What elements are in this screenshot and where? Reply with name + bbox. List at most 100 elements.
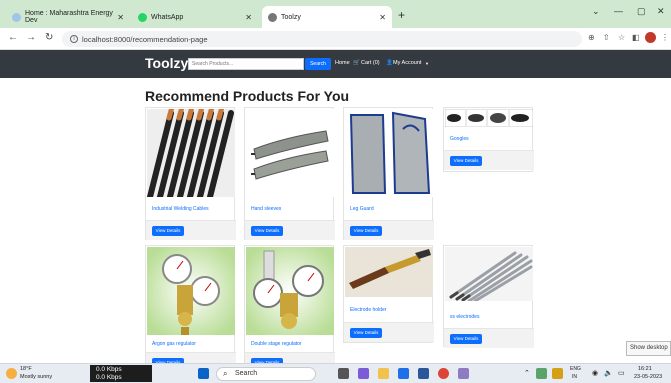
taskbar-search-label: Search	[235, 370, 258, 377]
teams-icon[interactable]	[358, 368, 369, 379]
product-image-ss-electrodes[interactable]	[445, 247, 533, 301]
chevron-down-icon[interactable]: ⌄	[592, 6, 600, 17]
store-icon[interactable]	[418, 368, 429, 379]
product-title[interactable]: Argon gas regulator	[152, 341, 196, 347]
nav-cart-link[interactable]: Cart (0)	[361, 60, 380, 66]
card-footer: View Details	[344, 220, 434, 240]
view-details-button[interactable]: View Details	[450, 156, 482, 166]
windows-start-icon[interactable]	[198, 368, 209, 379]
network-speed-widget[interactable]: 0.0 Kbps 0.0 Kbps	[90, 365, 152, 382]
whatsapp-icon	[138, 12, 147, 22]
view-details-button[interactable]: View Details	[251, 226, 283, 236]
product-title[interactable]: Double stage regulator	[251, 341, 302, 347]
language-bottom[interactable]: IN	[572, 374, 577, 380]
zoom-icon[interactable]: ⊕	[588, 33, 595, 42]
product-image-googles[interactable]	[445, 109, 533, 127]
restore-icon[interactable]: ▢	[637, 6, 646, 17]
tab-whatsapp[interactable]: WhatsApp ✕	[132, 6, 258, 28]
nav-home-link[interactable]: Home	[335, 60, 350, 66]
product-image-leg-guard[interactable]	[345, 109, 433, 197]
page-title: Recommend Products For You	[145, 88, 350, 104]
product-card-ss-electrodes: ss electrodes View Details	[443, 245, 534, 348]
close-window-icon[interactable]: ✕	[657, 6, 665, 17]
product-title[interactable]: Leg Guard	[350, 206, 374, 212]
download-speed: 0.0 Kbps	[96, 374, 122, 381]
product-title[interactable]: Hand sleeves	[251, 206, 281, 212]
card-footer: View Details	[245, 220, 335, 240]
task-view-icon[interactable]	[338, 368, 349, 379]
language-top[interactable]: ENG	[570, 366, 581, 372]
product-card-welding-cables: Industrial Welding Cables View Details	[145, 107, 236, 240]
menu-icon[interactable]: ⋮	[661, 33, 669, 42]
cart-icon[interactable]: 🛒	[353, 60, 360, 66]
brand-logo[interactable]: Toolzy	[145, 55, 188, 71]
share-icon[interactable]: ⇧	[603, 33, 610, 42]
upload-speed: 0.0 Kbps	[96, 366, 122, 373]
close-icon[interactable]: ✕	[117, 13, 124, 22]
view-details-button[interactable]: View Details	[450, 334, 482, 344]
product-title[interactable]: Googles	[450, 136, 469, 142]
clock-date[interactable]: 23-05-2023	[634, 374, 662, 380]
close-icon[interactable]: ✕	[245, 13, 252, 22]
url-field[interactable]: i localhost:8000/recommendation-page	[62, 31, 582, 47]
weather-desc: Mostly sunny	[20, 374, 53, 380]
show-desktop-tooltip: Show desktop	[626, 341, 671, 356]
search-icon: ⌕	[223, 369, 228, 378]
forward-icon[interactable]: →	[26, 32, 36, 43]
card-footer: View Details	[444, 150, 534, 170]
card-footer: View Details	[444, 328, 534, 348]
taskbar-search-box[interactable]: ⌕ Search	[216, 367, 316, 381]
card-footer: View Details	[146, 220, 236, 240]
clock-time[interactable]: 16:21	[638, 366, 652, 372]
minimize-icon[interactable]: —	[614, 6, 623, 16]
user-icon[interactable]: 👤	[386, 60, 393, 66]
view-details-button[interactable]: View Details	[350, 328, 382, 338]
nav-account-link[interactable]: My Account	[393, 60, 421, 66]
file-explorer-icon[interactable]	[378, 368, 389, 379]
edge-icon[interactable]	[398, 368, 409, 379]
tray-icon[interactable]	[552, 368, 563, 379]
tray-icon[interactable]	[536, 368, 547, 379]
tab-maharashtra[interactable]: Home : Maharashtra Energy Dev ✕	[6, 6, 130, 28]
product-image-hand-sleeves[interactable]	[246, 109, 334, 197]
chrome-icon[interactable]	[438, 368, 449, 379]
view-details-button[interactable]: View Details	[152, 226, 184, 236]
product-card-double-stage-regulator: Double stage regulator View Details	[244, 245, 335, 372]
wifi-icon[interactable]: ◉	[592, 369, 598, 377]
star-icon[interactable]: ☆	[618, 33, 625, 42]
site-navbar: Toolzy Search Products... Search Home 🛒 …	[0, 50, 671, 78]
product-image-electrode-holder[interactable]	[345, 247, 433, 297]
tab-toolzy[interactable]: Toolzy ✕	[262, 6, 392, 28]
close-icon[interactable]: ✕	[379, 13, 386, 22]
product-title[interactable]: ss electrodes	[450, 314, 479, 320]
profile-avatar[interactable]	[645, 32, 656, 45]
product-title[interactable]: Industrial Welding Cables	[152, 206, 209, 212]
search-input[interactable]: Search Products...	[188, 58, 304, 70]
product-image-welding-cables[interactable]	[147, 109, 235, 197]
globe-icon	[268, 12, 277, 22]
product-card-argon-regulator: Argon gas regulator View Details	[145, 245, 236, 372]
search-button[interactable]: Search	[305, 58, 331, 70]
product-image-double-stage-regulator[interactable]	[246, 247, 334, 335]
info-icon[interactable]: i	[70, 35, 78, 43]
battery-icon[interactable]: ▭	[618, 369, 625, 377]
volume-icon[interactable]: 🔈	[604, 369, 613, 377]
weather-temp: 18°F	[20, 366, 32, 372]
product-title[interactable]: Electrode holder	[350, 307, 386, 313]
tab-label: Home : Maharashtra Energy Dev	[25, 10, 113, 24]
sidebar-icon[interactable]: ◧	[632, 33, 640, 42]
back-icon[interactable]: ←	[8, 32, 18, 43]
chevron-up-icon[interactable]: ⌃	[524, 369, 530, 377]
product-card-leg-guard: Leg Guard View Details	[343, 107, 434, 240]
windows-taskbar: 18°F Mostly sunny 0.0 Kbps 0.0 Kbps ⌕ Se…	[0, 363, 671, 383]
new-tab-icon[interactable]: +	[398, 8, 405, 22]
weather-sun-icon[interactable]	[6, 368, 17, 379]
product-card-googles: Googles View Details	[443, 107, 534, 172]
tab-label: WhatsApp	[151, 13, 184, 21]
view-details-button[interactable]: View Details	[350, 226, 382, 236]
reload-icon[interactable]: ↻	[45, 32, 53, 43]
product-image-argon-regulator[interactable]	[147, 247, 235, 335]
app-icon[interactable]	[458, 368, 469, 379]
caret-down-icon[interactable]: ▼	[425, 61, 429, 66]
product-card-electrode-holder: Electrode holder View Details	[343, 245, 434, 343]
